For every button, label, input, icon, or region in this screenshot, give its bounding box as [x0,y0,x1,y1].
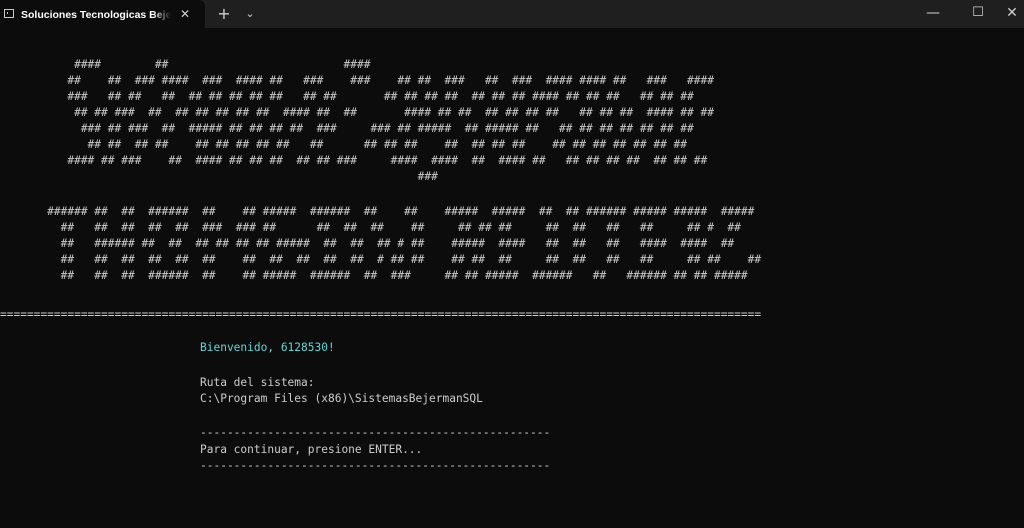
banner-bottom-line: ## ## ## ## ## ## ## ## ## ## ## # ## ##… [0,253,762,266]
dash-line: ----------------------------------------… [200,459,551,472]
banner-top-line: ### ## ## ## ## ## ## ## ## ## ## ## ## … [0,90,694,103]
banner-bottom-line: ## ## ## ## ## ### ### ## ## ## ## ## ##… [0,221,741,234]
title-bar: Soluciones Tecnologicas Bejerman ✕ + ⌄ —… [0,0,1024,28]
new-tab-icon[interactable]: + [214,4,234,24]
continue-prompt: Para continuar, presione ENTER... [200,443,423,456]
banner-top-line: ## ## ### #### ### #### ## ### ### ## ##… [0,74,714,87]
banner-bottom-line: ###### ## ## ###### ## ## ##### ###### #… [0,205,755,218]
terminal-output[interactable]: #### ## #### ## ## ### #### ### #### ## … [0,28,1024,528]
maximize-icon[interactable]: ☐ [955,0,1001,28]
banner-top-line: #### ## #### [0,58,371,71]
close-tab-icon[interactable]: ✕ [176,5,194,23]
welcome-message: Bienvenido, 6128530! [200,341,335,354]
close-window-icon[interactable]: ✕ [1000,0,1024,28]
banner-top-line: #### ## ### ## #### ## ## ## ## ## ### #… [0,154,708,167]
banner-top-line: ### ## ### ## ##### ## ## ## ## ### ### … [0,122,694,135]
chevron-down-icon[interactable]: ⌄ [241,4,259,24]
tab-title: Soluciones Tecnologicas Bejerman [21,7,171,23]
terminal-window: Soluciones Tecnologicas Bejerman ✕ + ⌄ —… [0,0,1024,528]
path-label: Ruta del sistema: [200,376,315,389]
separator-line: ========================================… [0,308,762,321]
minimize-icon[interactable]: — [910,0,956,28]
dash-line: ----------------------------------------… [200,426,551,439]
banner-top-line: ## ## ## ## ## ## ## ## ## ## ## ## ## #… [0,138,688,151]
terminal-icon [4,9,14,18]
active-tab[interactable]: Soluciones Tecnologicas Bejerman ✕ [0,0,205,28]
banner-top-line: ### [0,170,438,183]
path-value: C:\Program Files (x86)\SistemasBejermanS… [200,392,483,405]
banner-top-line: ## ## ### ## ## ## ## ## ## #### ## ## #… [0,106,714,119]
banner-bottom-line: ## ## ## ###### ## ## ##### ###### ## ##… [0,269,748,282]
banner-bottom-line: ## ###### ## ## ## ## ## ## ##### ## ## … [0,237,735,250]
